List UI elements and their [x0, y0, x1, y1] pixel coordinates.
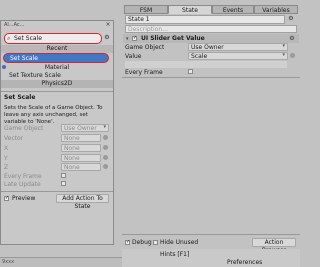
field-label-y: Y: [4, 155, 8, 162]
category-label: Physics2D: [41, 80, 73, 87]
field-value: None: [64, 164, 80, 171]
field-value: None: [64, 145, 80, 152]
result-item-set-texture-scale[interactable]: Set Texture Scale: [9, 72, 61, 80]
x-field[interactable]: None: [61, 144, 101, 152]
tab-label: State: [182, 7, 198, 14]
debug-label: Debug: [132, 239, 152, 246]
clear-search-icon[interactable]: ⚙: [104, 35, 110, 41]
field-label-x: X: [4, 145, 9, 152]
late-update-checkbox[interactable]: [61, 181, 66, 186]
divider: [122, 234, 300, 235]
state-name-field[interactable]: State 1: [125, 15, 285, 24]
tab-fsm[interactable]: FSM: [124, 5, 168, 14]
game-object-select[interactable]: Use Owner ▾: [61, 124, 109, 132]
every-frame-checkbox[interactable]: [61, 173, 66, 178]
divider: [1, 91, 113, 92]
every-frame-label: Every Frame: [125, 69, 163, 76]
preview-checkbox[interactable]: ✓: [4, 195, 10, 201]
recent-label: Recent: [46, 45, 68, 52]
status-text: 9xxx: [2, 259, 15, 265]
field-label-vector: Vector: [4, 135, 24, 142]
action-browser-window: Al...Ac... × ⌕ Set Scale ⚙ Recent Set Sc…: [0, 20, 114, 245]
game-object-select[interactable]: Use Owner ▾: [188, 43, 288, 51]
select-value: Scale: [191, 53, 208, 60]
status-bar: [0, 257, 122, 267]
divider: [1, 191, 113, 192]
value-select[interactable]: Scale ▾: [188, 52, 288, 60]
divider: [122, 77, 300, 78]
preferences-button[interactable]: Preferences: [227, 259, 262, 266]
search-input[interactable]: ⌕ Set Scale: [4, 33, 102, 44]
add-action-label: Add Action To State: [62, 195, 103, 210]
chevron-down-icon: ▾: [103, 124, 106, 130]
vector-field[interactable]: None: [61, 134, 101, 142]
tab-label: Variables: [262, 7, 290, 14]
preview-label: Preview: [12, 195, 36, 202]
field-value: None: [64, 155, 80, 162]
chevron-down-icon: ▾: [282, 52, 285, 58]
hide-unused-checkbox[interactable]: [153, 240, 158, 245]
result-label: Set Texture Scale: [9, 72, 61, 79]
add-action-button[interactable]: Add Action To State: [56, 194, 109, 210]
action-browser-button[interactable]: Action Browser: [252, 238, 296, 254]
tab-variables[interactable]: Variables: [254, 5, 298, 14]
state-name-value: State 1: [128, 16, 150, 23]
select-value: Use Owner: [191, 44, 224, 51]
field-label-z: Z: [4, 164, 9, 171]
every-frame-checkbox[interactable]: [188, 69, 193, 74]
y-field[interactable]: None: [61, 154, 101, 162]
tab-label: FSM: [139, 7, 153, 14]
select-value: Use Owner: [64, 125, 97, 132]
description-field[interactable]: Description...: [125, 25, 297, 33]
hide-unused-label: Hide Unused: [160, 239, 199, 246]
window-title: Al...Ac...: [4, 22, 25, 28]
checkmark-icon: ✓: [5, 195, 10, 201]
tab-label: Events: [222, 7, 244, 14]
search-icon: ⌕: [7, 35, 11, 42]
late-update-label: Late Update: [4, 181, 41, 188]
recent-header[interactable]: Recent: [1, 45, 113, 53]
variable-toggle-icon[interactable]: [103, 145, 108, 150]
z-field[interactable]: None: [61, 163, 101, 171]
every-frame-label: Every Frame: [4, 173, 42, 180]
result-label: Material: [44, 64, 70, 71]
category-physics2d[interactable]: Physics2D: [1, 80, 113, 88]
footer: [122, 249, 300, 267]
field-value: None: [64, 135, 80, 142]
checkmark-icon: ✓: [126, 239, 131, 245]
chevron-down-icon: ▾: [282, 43, 285, 49]
variable-toggle-icon[interactable]: [290, 53, 295, 58]
variable-toggle-icon[interactable]: [103, 155, 108, 160]
action-description: Sets the Scale of a Game Object. To leav…: [4, 105, 103, 125]
result-item-material[interactable]: Material: [1, 64, 113, 72]
expand-arrow-icon[interactable]: ▾: [126, 36, 129, 42]
variable-toggle-icon[interactable]: [103, 135, 108, 140]
result-label: Set Scale: [10, 55, 38, 62]
action-title: Set Scale: [4, 94, 36, 101]
field-label-game-object: Game Object: [125, 44, 165, 51]
search-value: Set Scale: [14, 35, 42, 42]
hints-button[interactable]: Hints [F1]: [160, 251, 189, 258]
debug-checkbox[interactable]: ✓: [125, 239, 131, 245]
checkmark-icon: ✓: [133, 35, 138, 41]
gear-icon[interactable]: ⚙: [289, 36, 295, 42]
sub-field[interactable]: [125, 61, 287, 68]
action-title: UI Slider Get Value: [141, 35, 205, 42]
result-item-set-scale[interactable]: Set Scale: [3, 53, 109, 63]
action-enabled-checkbox[interactable]: ✓: [132, 35, 138, 41]
tab-state[interactable]: State: [168, 5, 212, 14]
tab-events[interactable]: Events: [212, 5, 254, 14]
variable-toggle-icon[interactable]: [103, 164, 108, 169]
field-label-game-object: Game Object: [4, 125, 44, 132]
gear-icon[interactable]: ⚙: [288, 16, 294, 22]
close-icon[interactable]: ×: [105, 22, 111, 28]
field-label-value: Value: [125, 53, 142, 60]
description-placeholder: Description...: [128, 26, 168, 33]
